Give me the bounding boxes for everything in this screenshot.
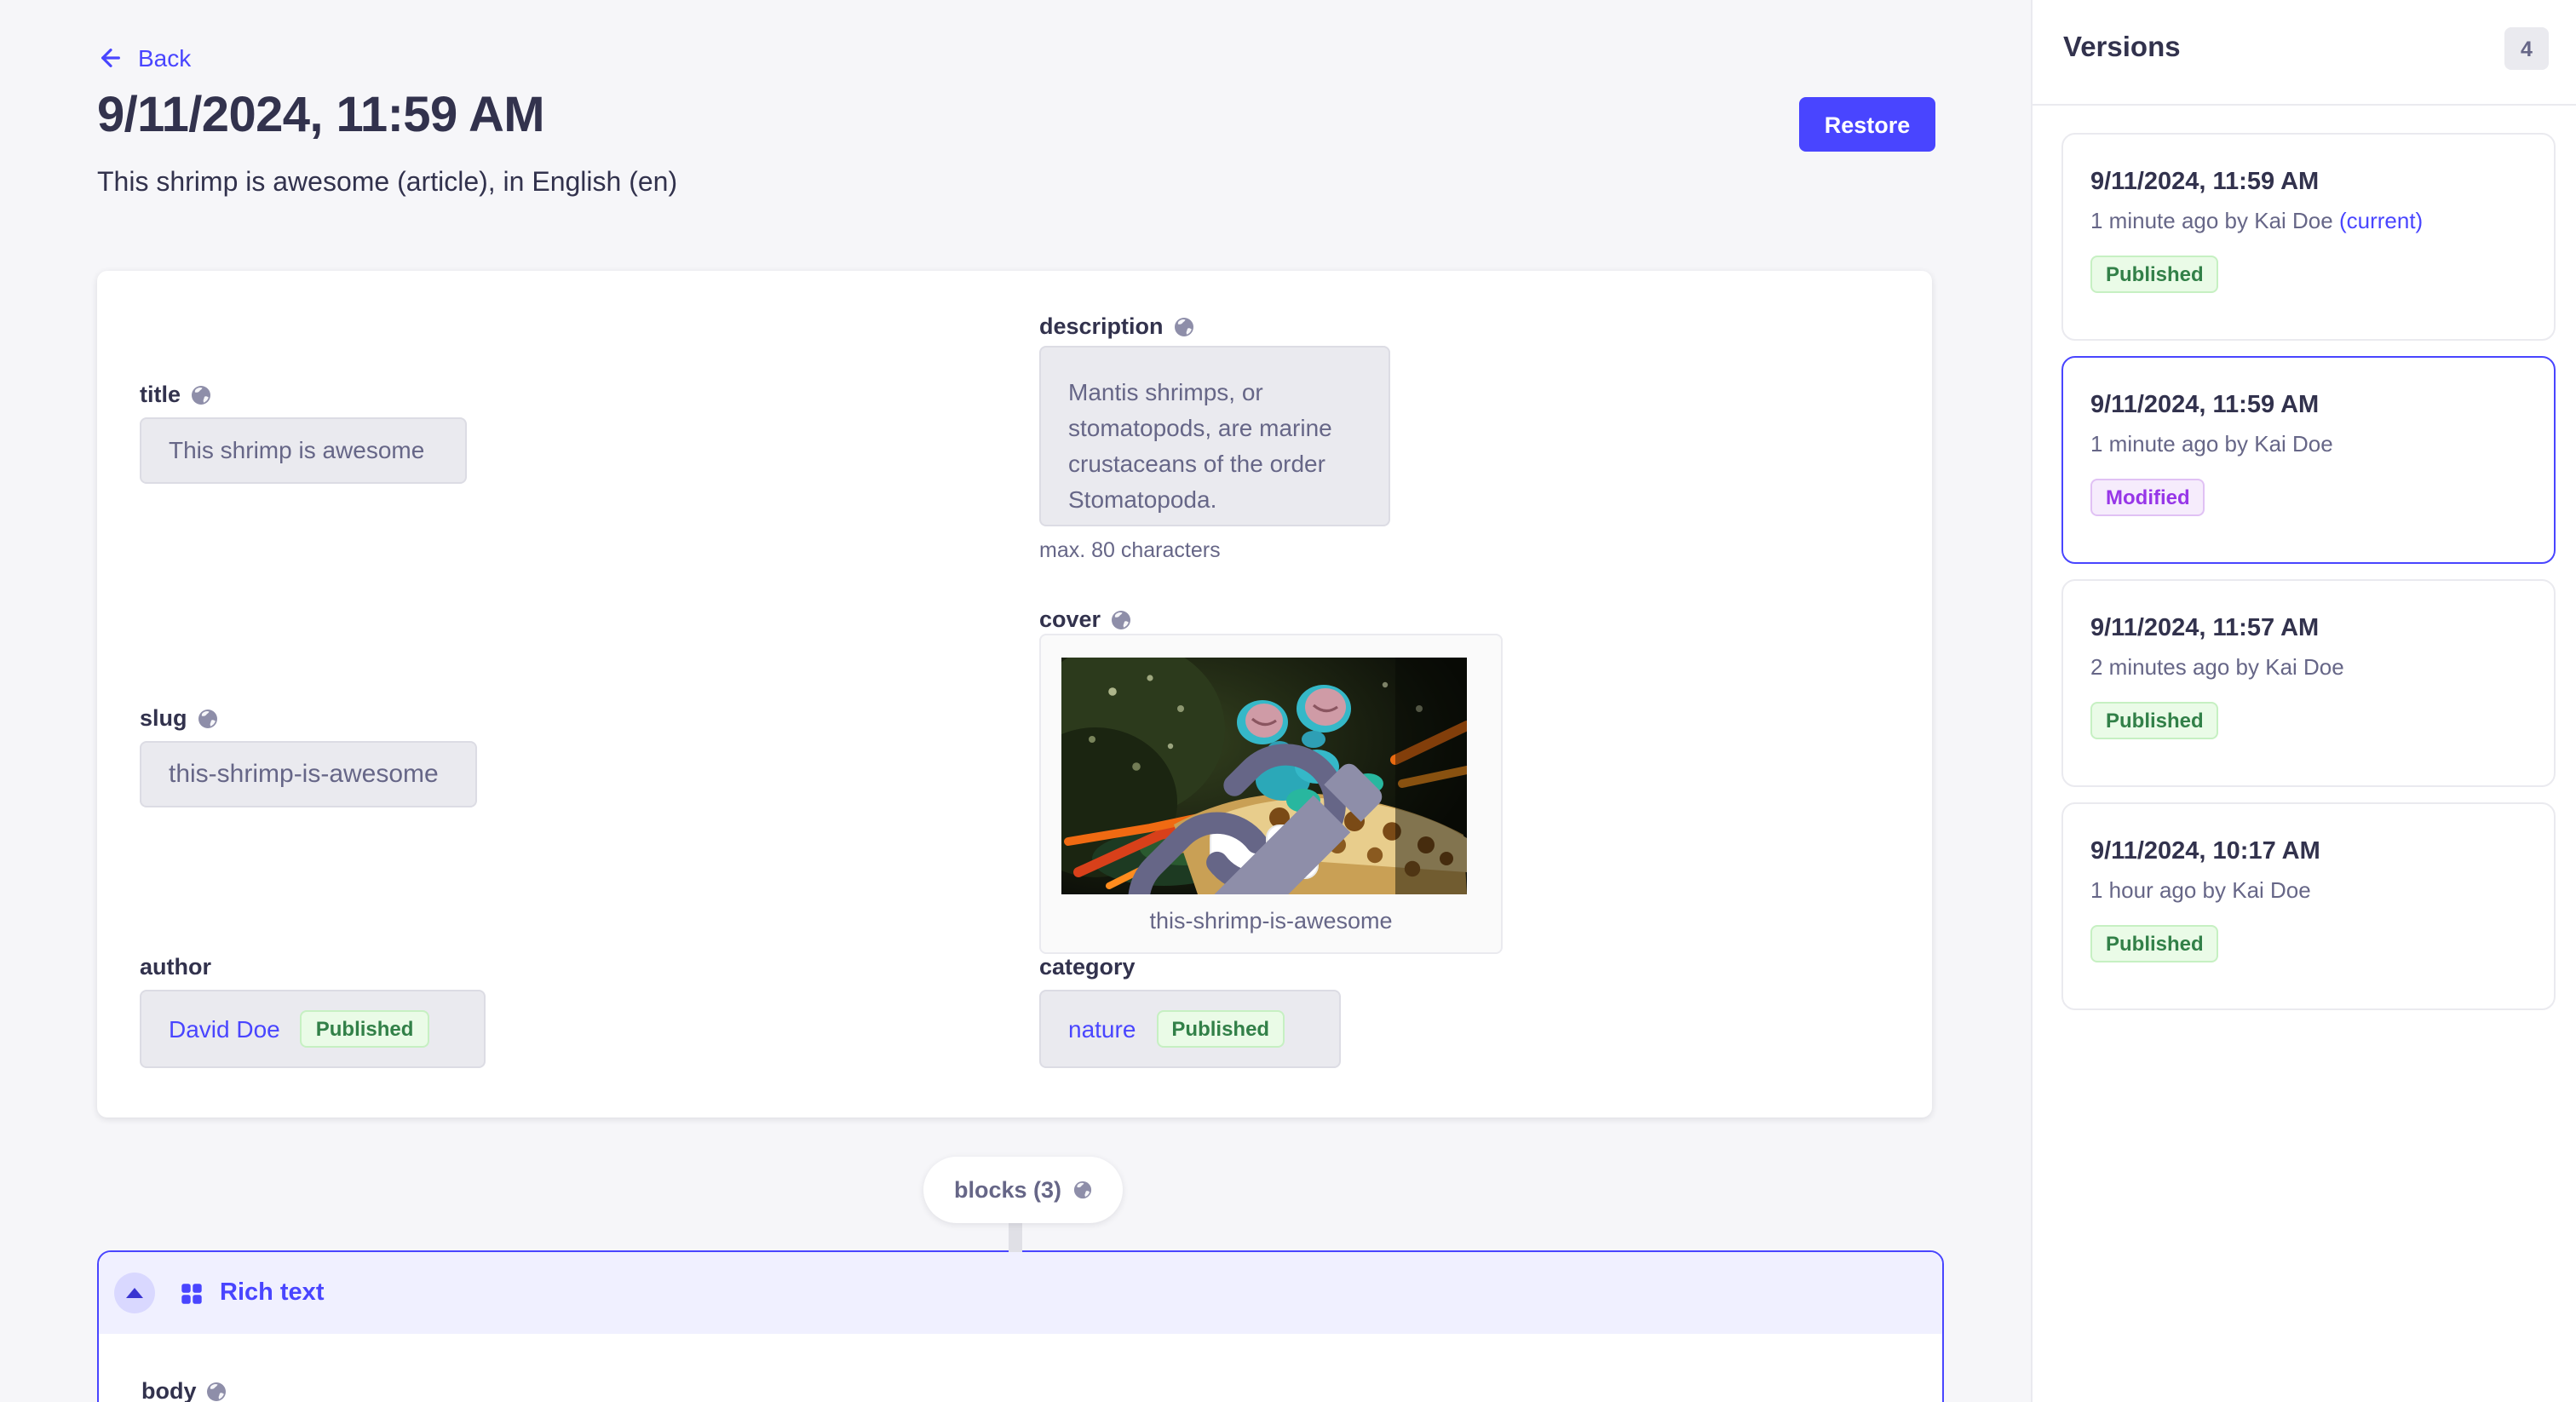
page-subtitle: This shrimp is awesome (article), in Eng… — [97, 169, 677, 199]
back-label: Back — [138, 44, 191, 72]
cover-image — [1061, 658, 1467, 894]
versions-count-badge: 4 — [2504, 27, 2549, 70]
description-field-label: description — [1039, 313, 1194, 339]
description-textarea[interactable]: Mantis shrimps, or stomatopods, are mari… — [1039, 346, 1390, 526]
collapse-toggle-button[interactable] — [114, 1273, 155, 1313]
versions-list: 9/11/2024, 11:59 AM 1 minute ago by Kai … — [2061, 133, 2556, 1010]
category-field-label: category — [1039, 954, 1136, 980]
category-relation-box: nature Published — [1039, 990, 1341, 1068]
title-field-label: title — [140, 382, 211, 407]
title-input[interactable]: This shrimp is awesome — [140, 417, 467, 484]
author-status-badge: Published — [301, 1010, 429, 1048]
chevron-up-icon — [126, 1288, 143, 1298]
category-link[interactable]: nature — [1068, 1015, 1136, 1043]
version-status-badge: Published — [2090, 702, 2219, 739]
globe-icon — [198, 708, 218, 728]
version-date: 9/11/2024, 11:59 AM — [2090, 169, 2527, 196]
rich-text-accordion-header[interactable]: Rich text — [99, 1252, 1942, 1334]
rich-text-block-accordion: Rich text body — [97, 1250, 1944, 1402]
pencil-icon — [1090, 733, 1467, 894]
description-hint: max. 80 characters — [1039, 538, 1221, 562]
version-card[interactable]: 9/11/2024, 11:59 AM 1 minute ago by Kai … — [2061, 133, 2556, 341]
version-status-badge: Modified — [2090, 479, 2205, 516]
version-meta: 1 minute ago by Kai Doe (current) — [2090, 208, 2527, 233]
cover-media-card: this-shrimp-is-awesome — [1039, 634, 1503, 954]
author-link[interactable]: David Doe — [169, 1015, 280, 1043]
blocks-field-pill[interactable]: blocks (3) — [923, 1157, 1123, 1223]
version-meta: 2 minutes ago by Kai Doe — [2090, 654, 2527, 680]
version-date: 9/11/2024, 11:59 AM — [2090, 392, 2527, 419]
globe-icon — [1174, 316, 1194, 336]
author-relation-box: David Doe Published — [140, 990, 486, 1068]
slug-field-label: slug — [140, 705, 218, 731]
version-meta: 1 minute ago by Kai Doe — [2090, 431, 2527, 457]
edit-image-button[interactable] — [1266, 825, 1319, 879]
globe-icon — [1073, 1181, 1092, 1199]
versions-panel-title: Versions — [2063, 32, 2181, 65]
version-detail-main: Back 9/11/2024, 11:59 AM This shrimp is … — [0, 0, 2029, 1402]
divider — [2033, 104, 2576, 106]
grid-icon — [181, 1282, 203, 1304]
globe-icon — [191, 384, 211, 405]
author-field-label: author — [140, 954, 211, 980]
version-date: 9/11/2024, 10:17 AM — [2090, 838, 2527, 865]
cover-field-label: cover — [1039, 606, 1131, 632]
version-status-badge: Published — [2090, 256, 2219, 293]
body-field-label: body — [141, 1378, 227, 1402]
category-status-badge: Published — [1156, 1010, 1285, 1048]
versions-panel: Versions 4 9/11/2024, 11:59 AM 1 minute … — [2031, 0, 2576, 1402]
restore-button[interactable]: Restore — [1799, 97, 1935, 152]
version-card[interactable]: 9/11/2024, 11:57 AM 2 minutes ago by Kai… — [2061, 579, 2556, 787]
back-arrow-icon — [97, 44, 124, 72]
page-title: 9/11/2024, 11:59 AM — [97, 89, 544, 145]
globe-icon — [1111, 609, 1131, 629]
block-title: Rich text — [220, 1279, 325, 1307]
version-card[interactable]: 9/11/2024, 11:59 AM 1 minute ago by Kai … — [2061, 356, 2556, 564]
blocks-connector-line — [1009, 1220, 1022, 1252]
version-current-link[interactable]: (current) — [2339, 208, 2423, 233]
version-date: 9/11/2024, 11:57 AM — [2090, 615, 2527, 642]
version-status-badge: Published — [2090, 925, 2219, 962]
globe-icon — [207, 1381, 227, 1401]
slug-input[interactable]: this-shrimp-is-awesome — [140, 741, 477, 807]
back-link[interactable]: Back — [97, 44, 191, 72]
version-meta: 1 hour ago by Kai Doe — [2090, 877, 2527, 903]
version-card[interactable]: 9/11/2024, 10:17 AM 1 hour ago by Kai Do… — [2061, 802, 2556, 1010]
cover-filename: this-shrimp-is-awesome — [1041, 908, 1501, 934]
